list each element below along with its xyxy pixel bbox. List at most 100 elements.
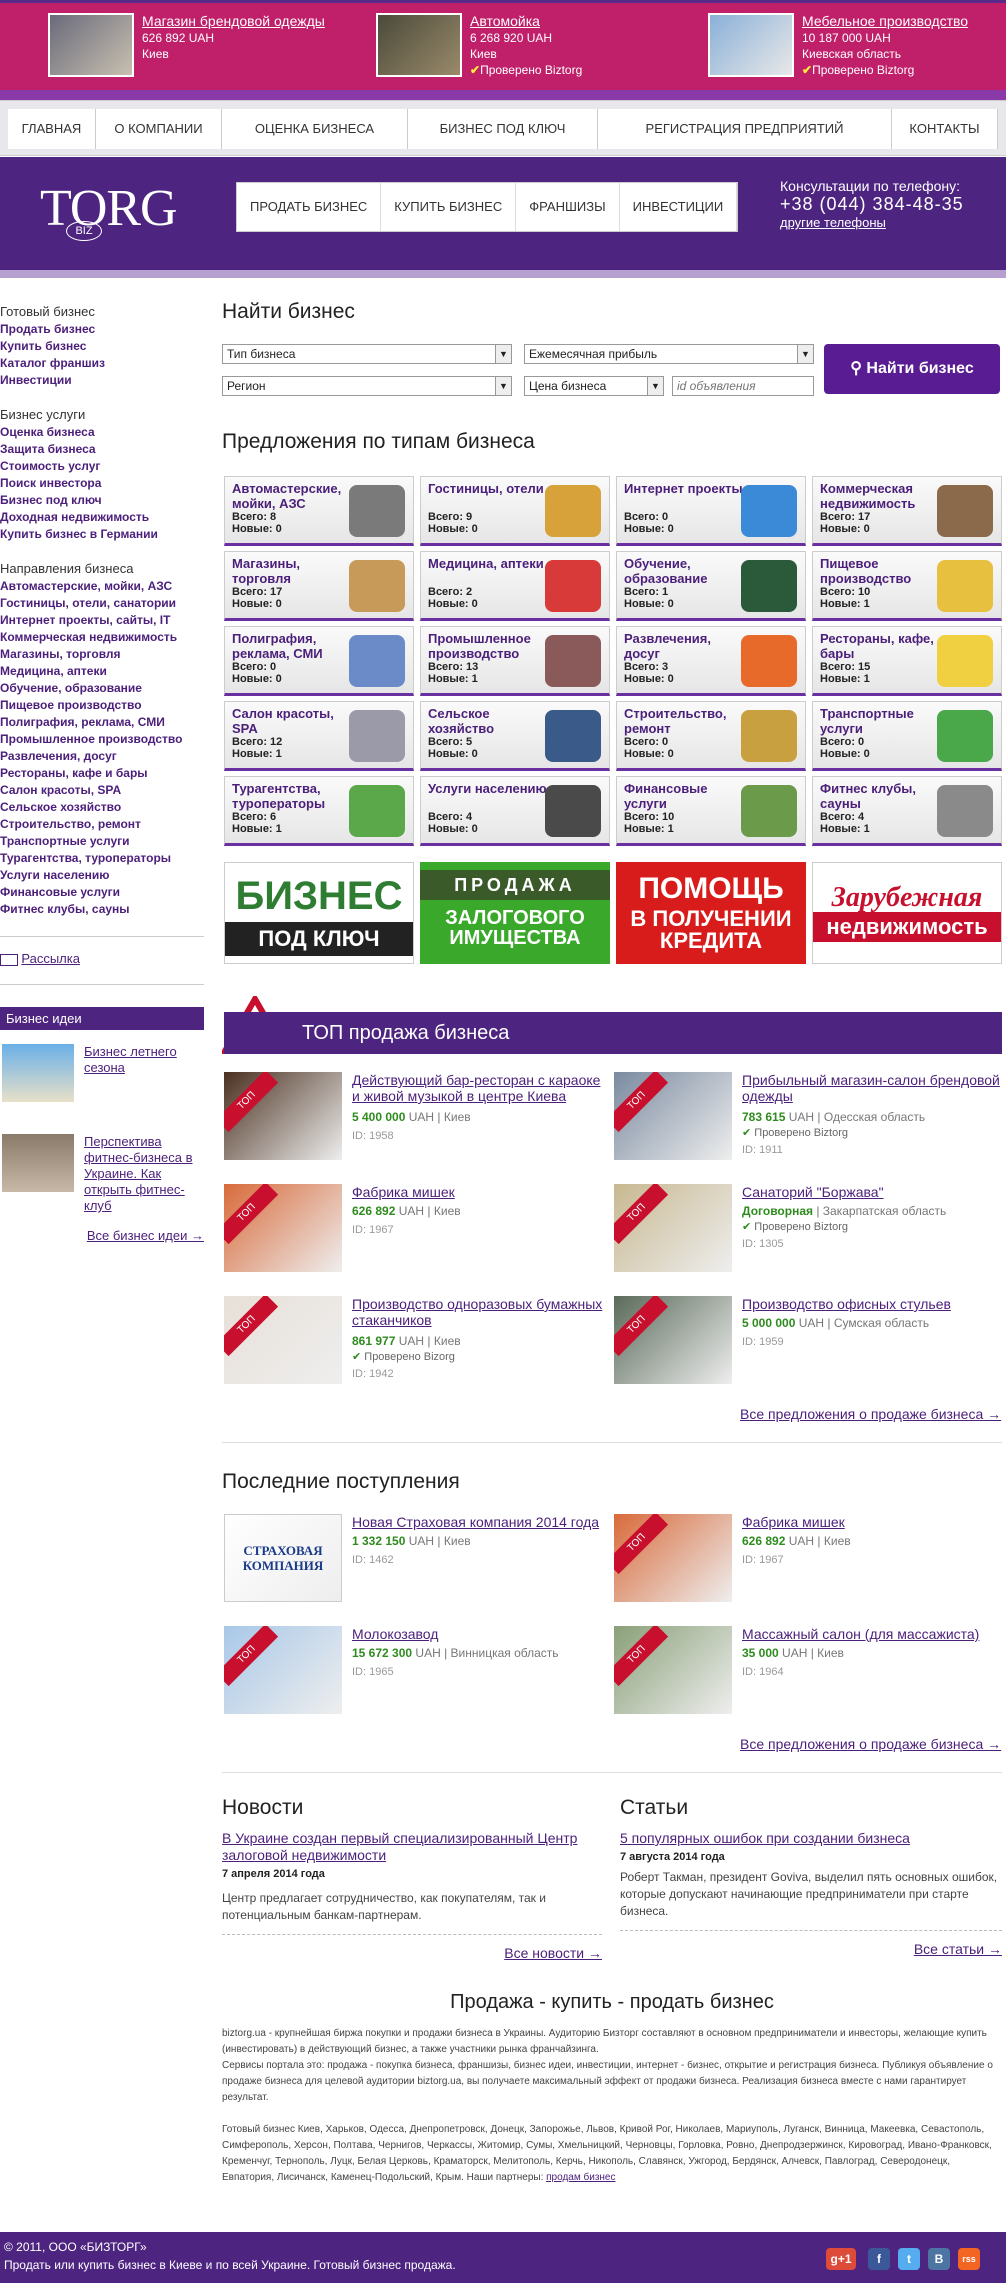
offer-title-link[interactable]: Фабрика мишек [352, 1184, 612, 1200]
facebook-icon[interactable]: f [868, 2248, 890, 2270]
ad-title-link[interactable]: Автомойка [470, 13, 540, 29]
offer-card[interactable]: ТОП Прибыльный магазин-салон брендовой од… [614, 1072, 1000, 1172]
business-type-tile[interactable]: Пищевое производство Всего: 10 Новые: 1 [812, 551, 1002, 621]
offer-photo[interactable]: СТРАХОВАЯ КОМПАНИЯ [224, 1514, 342, 1602]
sidebar-link[interactable]: Купить бизнес в Германии [0, 526, 204, 543]
sidebar-link[interactable]: Строительство, ремонт [0, 816, 204, 833]
google-plus-icon[interactable]: g+1 [826, 2248, 856, 2270]
offer-photo[interactable]: ТОП [614, 1072, 732, 1160]
subnav-invest[interactable]: ИНВЕСТИЦИИ [620, 183, 738, 231]
sidebar-link[interactable]: Турагентства, туроператоры [0, 850, 204, 867]
all-offers-link[interactable]: Все предложения о продаже бизнеса → [740, 1406, 1001, 1422]
sidebar-link[interactable]: Поиск инвестора [0, 475, 204, 492]
idea-photo[interactable] [2, 1134, 74, 1192]
idea-photo[interactable] [2, 1044, 74, 1102]
offer-photo[interactable]: ТОП [224, 1072, 342, 1160]
news-headline-link[interactable]: В Украине создан первый специализированн… [222, 1830, 602, 1864]
find-business-button[interactable]: ⚲ Найти бизнес [824, 344, 1000, 394]
other-phones-link[interactable]: другие телефоны [780, 215, 886, 230]
rss-icon[interactable]: rss [958, 2248, 980, 2270]
sidebar-link[interactable]: Купить бизнес [0, 338, 204, 355]
offer-title-link[interactable]: Производство офисных стульев [742, 1296, 1002, 1312]
sidebar-link[interactable]: Полиграфия, реклама, СМИ [0, 714, 204, 731]
sidebar-link[interactable]: Обучение, образование [0, 680, 204, 697]
partner-link[interactable]: продам бизнес [546, 2172, 615, 2183]
promo-banner[interactable]: ПРОДАЖА ЗАЛОГОВОГО ИМУЩЕСТВА [420, 862, 610, 964]
phone-number[interactable]: +38 (044) 384-48-35 [780, 194, 964, 215]
offer-photo[interactable]: ТОП [224, 1184, 342, 1272]
offer-card[interactable]: ТОП Фабрика мишек 626 892 UAH | Киев ID: 19… [224, 1184, 594, 1284]
subnav-franchise[interactable]: ФРАНШИЗЫ [516, 183, 620, 231]
newsletter-link[interactable]: Рассылка [21, 951, 80, 966]
subnav-sell[interactable]: ПРОДАТЬ БИЗНЕС [237, 183, 382, 231]
offer-photo[interactable]: ТОП [614, 1514, 732, 1602]
offer-card[interactable]: ТОП Санаторий "Боржава" Договорная | Закар… [614, 1184, 984, 1284]
sidebar-link[interactable]: Транспортные услуги [0, 833, 204, 850]
sidebar-link[interactable]: Магазины, торговля [0, 646, 204, 663]
idea-item[interactable]: Бизнес летнего сезона [0, 1038, 204, 1120]
vkontakte-icon[interactable]: B [928, 2248, 950, 2270]
business-type-tile[interactable]: Обучение, образование Всего: 1 Новые: 0 [616, 551, 806, 621]
offer-photo[interactable]: ТОП [614, 1626, 732, 1714]
sidebar-link[interactable]: Защита бизнеса [0, 441, 204, 458]
business-type-tile[interactable]: Салон красоты, SPA Всего: 12 Новые: 1 [224, 701, 414, 771]
promo-banner[interactable]: БИЗНЕС ПОД КЛЮЧ [224, 862, 414, 964]
nav-contacts[interactable]: КОНТАКТЫ [892, 109, 998, 149]
business-type-tile[interactable]: Коммерческая недвижимость Всего: 17 Новые:… [812, 476, 1002, 546]
ad-photo[interactable] [48, 13, 134, 77]
sidebar-link[interactable]: Доходная недвижимость [0, 509, 204, 526]
price-select[interactable]: Цена бизнеса ▼ [524, 376, 664, 396]
sidebar-link[interactable]: Медицина, аптеки [0, 663, 204, 680]
business-type-tile[interactable]: Промышленное производство Всего: 13 Новые:… [420, 626, 610, 696]
offer-card[interactable]: ТОП Производство офисных стульев 5 000 000… [614, 1296, 984, 1396]
offer-photo[interactable]: ТОП [614, 1296, 732, 1384]
all-articles-link[interactable]: Все статьи → [620, 1941, 1002, 1957]
business-type-tile[interactable]: Строительство, ремонт Всего: 0 Новые: 0 [616, 701, 806, 771]
business-type-tile[interactable]: Магазины, торговля Всего: 17 Новые: 0 [224, 551, 414, 621]
business-type-tile[interactable]: Интернет проекты Всего: 0 Новые: 0 [616, 476, 806, 546]
offer-card[interactable]: ТОП Массажный салон (для массажиста) 35 00… [614, 1626, 984, 1726]
offer-title-link[interactable]: Прибыльный магазин-салон брендовой одежд… [742, 1072, 1002, 1104]
promo-banner[interactable]: Зарубежная недвижимость [812, 862, 1002, 964]
promo-banner[interactable]: ПОМОЩЬ В ПОЛУЧЕНИИ КРЕДИТА [616, 862, 806, 964]
business-type-tile[interactable]: Сельское хозяйство Всего: 5 Новые: 0 [420, 701, 610, 771]
listing-id-input[interactable] [672, 376, 814, 396]
sidebar-link[interactable]: Стоимость услуг [0, 458, 204, 475]
business-type-tile[interactable]: Турагентства, туроператоры Всего: 6 Новые:… [224, 776, 414, 846]
offer-title-link[interactable]: Действующий бар-ресторан с караоке и жив… [352, 1072, 612, 1104]
subnav-buy[interactable]: КУПИТЬ БИЗНЕС [381, 183, 517, 231]
ad-photo[interactable] [376, 13, 462, 77]
business-type-tile[interactable]: Рестораны, кафе, бары Всего: 15 Новые: 1 [812, 626, 1002, 696]
monthly-profit-select[interactable]: Ежемесячная прибыль ▼ [524, 344, 814, 364]
offer-card[interactable]: ТОП Фабрика мишек 626 892 UAH | Киев ID: 19… [614, 1514, 984, 1614]
nav-registration[interactable]: РЕГИСТРАЦИЯ ПРЕДПРИЯТИЙ [598, 109, 892, 149]
offer-title-link[interactable]: Санаторий "Боржава" [742, 1184, 1002, 1200]
business-type-tile[interactable]: Финансовые услуги Всего: 10 Новые: 1 [616, 776, 806, 846]
business-type-tile[interactable]: Автомастерские, мойки, АЗС Всего: 8 Новые:… [224, 476, 414, 546]
offer-card[interactable]: ТОП Молокозавод 15 672 300 UAH | Винницкая… [224, 1626, 594, 1726]
sidebar-link[interactable]: Инвестиции [0, 372, 204, 389]
all-ideas-link[interactable]: Все бизнес идеи → [0, 1228, 204, 1243]
sidebar-link[interactable]: Рестораны, кафе и бары [0, 765, 204, 782]
twitter-icon[interactable]: t [898, 2248, 920, 2270]
business-type-tile[interactable]: Транспортные услуги Всего: 0 Новые: 0 [812, 701, 1002, 771]
sidebar-link[interactable]: Промышленное производство [0, 731, 204, 748]
offer-card[interactable]: ТОП Действующий бар-ресторан с караоке и … [224, 1072, 600, 1172]
offer-title-link[interactable]: Фабрика мишек [742, 1514, 1002, 1530]
sidebar-link[interactable]: Интернет проекты, сайты, IT [0, 612, 204, 629]
sidebar-link[interactable]: Каталог франшиз [0, 355, 204, 372]
sidebar-link[interactable]: Бизнес под ключ [0, 492, 204, 509]
offer-title-link[interactable]: Производство одноразовых бумажных стакан… [352, 1296, 612, 1328]
idea-link[interactable]: Бизнес летнего сезона [84, 1044, 194, 1076]
ad-title-link[interactable]: Мебельное производство [802, 13, 968, 29]
article-headline-link[interactable]: 5 популярных ошибок при создании бизнеса [620, 1830, 1002, 1847]
nav-home[interactable]: ГЛАВНАЯ [8, 109, 96, 149]
nav-turnkey[interactable]: БИЗНЕС ПОД КЛЮЧ [408, 109, 598, 149]
all-news-link[interactable]: Все новости → [222, 1945, 602, 1961]
offer-title-link[interactable]: Новая Страховая компания 2014 года [352, 1514, 612, 1530]
business-type-tile[interactable]: Услуги населению Всего: 4 Новые: 0 [420, 776, 610, 846]
business-type-tile[interactable]: Гостиницы, отели Всего: 9 Новые: 0 [420, 476, 610, 546]
sidebar-link[interactable]: Гостиницы, отели, санатории [0, 595, 204, 612]
sidebar-link[interactable]: Финансовые услуги [0, 884, 204, 901]
nav-about[interactable]: О КОМПАНИИ [96, 109, 222, 149]
